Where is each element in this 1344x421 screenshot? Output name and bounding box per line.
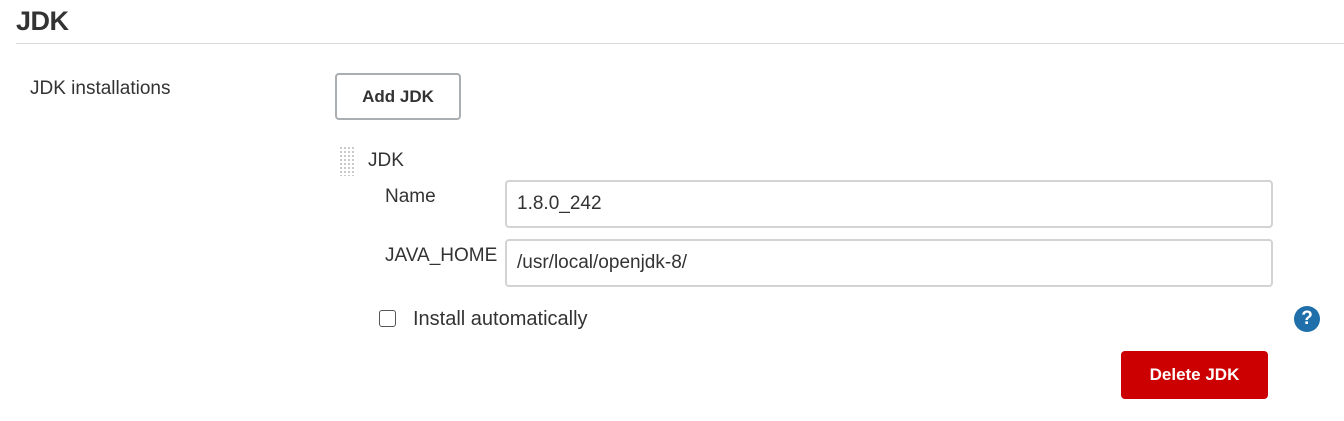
section-divider xyxy=(16,43,1344,44)
add-jdk-button[interactable]: Add JDK xyxy=(335,73,461,120)
java-home-input[interactable] xyxy=(505,239,1273,287)
name-input[interactable] xyxy=(505,180,1273,228)
install-automatically-label[interactable]: Install automatically xyxy=(413,308,588,331)
section-title: JDK xyxy=(16,6,69,36)
jdk-installations-label: JDK installations xyxy=(30,78,171,99)
java-home-label: JAVA_HOME xyxy=(385,245,498,266)
help-icon[interactable]: ? xyxy=(1294,306,1320,332)
jdk-block-title: JDK xyxy=(368,150,404,171)
drag-handle-icon[interactable] xyxy=(339,146,355,176)
name-label: Name xyxy=(385,186,436,207)
install-automatically-checkbox[interactable] xyxy=(379,310,396,327)
delete-jdk-button[interactable]: Delete JDK xyxy=(1121,351,1268,399)
